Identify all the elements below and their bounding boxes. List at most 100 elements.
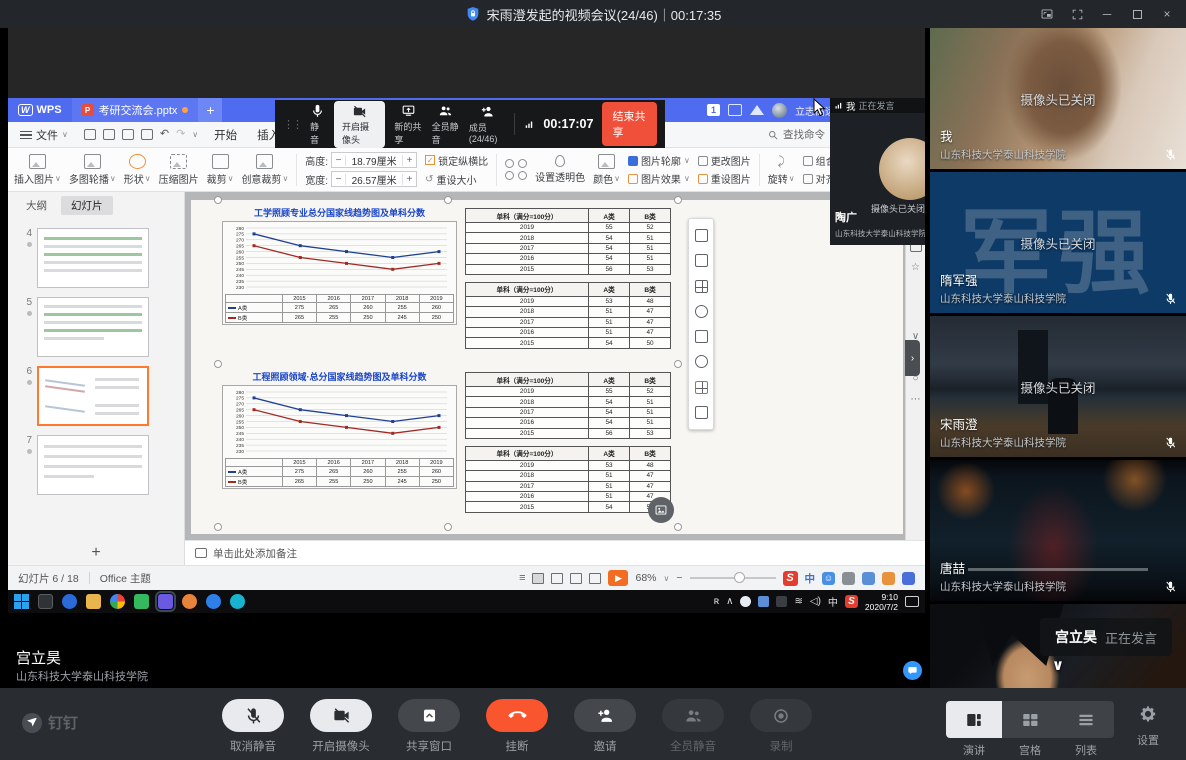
more-icon[interactable]: ⋯ — [911, 394, 921, 405]
notes-bar[interactable]: 单击此处添加备注 — [185, 540, 925, 565]
end-share-button[interactable]: 结束共享 — [602, 102, 657, 146]
record-button[interactable]: 录制 — [737, 688, 825, 754]
command-search[interactable]: 查找命令 — [767, 127, 825, 142]
status-menu-icon[interactable]: ≡ — [519, 572, 525, 584]
star-icon[interactable]: ☆ — [911, 262, 920, 273]
taskbar-clock[interactable]: 9:10 2020/7/2 — [865, 592, 898, 612]
floating-meeting-bar[interactable]: ⋮⋮ 静音 开启摄像头 新的共享 全员静音 — [275, 100, 665, 148]
participant-tile-sui[interactable]: 军强 摄像头已关闭 隋军强 山东科技大学泰山科技学院 — [930, 172, 1186, 313]
wps-document-tab[interactable]: P 考研交流会.pptx — [72, 98, 199, 122]
crop-button[interactable]: 裁剪∨ — [207, 154, 234, 186]
share-mute-all-button[interactable]: 全员静音 — [432, 103, 460, 146]
sogou-ime-icon[interactable]: S — [783, 571, 798, 586]
slide-thumbnail-4[interactable] — [37, 228, 149, 288]
chat-button[interactable] — [903, 661, 922, 680]
window-icon[interactable] — [695, 406, 708, 419]
task-view-button[interactable] — [38, 594, 53, 609]
spreadsheet-icon[interactable] — [695, 381, 708, 394]
picture-effects-button[interactable]: 图片效果∨ — [628, 171, 690, 186]
height-plus-button[interactable]: + — [402, 155, 416, 166]
app-tray-icon[interactable] — [776, 596, 787, 607]
slideshow-button[interactable]: ▶ — [608, 570, 628, 586]
width-plus-button[interactable]: + — [402, 174, 416, 185]
settings-button[interactable]: 设置 — [1134, 688, 1162, 748]
rotate-button[interactable]: ⤸ 旋转∨ — [768, 154, 795, 186]
set-transparent-color-button[interactable]: 设置透明色 — [535, 155, 585, 184]
taskbar-app-explorer[interactable] — [86, 594, 101, 609]
theme-name[interactable]: Office 主题 — [100, 571, 151, 586]
slides-tab[interactable]: 幻灯片 — [61, 196, 113, 215]
resize-handle[interactable] — [214, 360, 222, 368]
close-button[interactable]: × — [1154, 3, 1180, 25]
reading-view-icon[interactable] — [570, 573, 582, 584]
contrast-down-icon[interactable] — [518, 171, 527, 180]
sync-tray-icon[interactable] — [758, 596, 769, 607]
file-menu[interactable]: 文件 ∨ — [16, 127, 72, 143]
width-spinner[interactable]: 宽度: −26.57厘米+ — [305, 171, 417, 187]
chart-icon[interactable] — [695, 330, 708, 343]
ime-lang-icon[interactable]: 中 — [805, 571, 816, 586]
share-doc-icon[interactable] — [728, 104, 742, 116]
height-value[interactable]: 18.79厘米 — [346, 153, 402, 168]
slide-thumbnail-7[interactable] — [37, 435, 149, 495]
shape-icon[interactable] — [695, 355, 708, 368]
redo-icon[interactable]: ↷ — [176, 129, 185, 140]
ime-indicator[interactable]: 中 — [828, 594, 838, 609]
brightness-down-icon[interactable] — [518, 159, 527, 168]
print-icon[interactable] — [122, 129, 134, 140]
resize-handle[interactable] — [674, 196, 682, 204]
zoom-slider-knob[interactable] — [734, 572, 745, 583]
ime-mic-icon[interactable] — [842, 572, 855, 585]
shared-screen[interactable]: W WPS P 考研交流会.pptx + 1 立志高远 — [8, 28, 925, 613]
taskbar-app-c[interactable] — [230, 594, 245, 609]
overlay-participant-tile[interactable]: 我 正在发言 摄像头已关闭 陶广 山东科技大学泰山科技学院 — [830, 98, 925, 245]
menu-tab-home[interactable]: 开始 — [214, 127, 237, 143]
minimize-button[interactable]: ─ — [1094, 3, 1120, 25]
view-grid-button[interactable]: 宫格 — [1002, 688, 1058, 758]
taskbar-app-browser[interactable] — [206, 594, 221, 609]
wifi-icon[interactable]: ≋ — [794, 596, 802, 607]
taskbar-app-active[interactable] — [158, 594, 173, 609]
shapes-button[interactable]: 形状∨ — [124, 154, 151, 186]
zoom-icon[interactable] — [695, 305, 708, 318]
resize-handle[interactable] — [444, 196, 452, 204]
new-slide-button[interactable]: + — [8, 540, 185, 565]
table-icon[interactable] — [695, 280, 708, 293]
view-list-button[interactable]: 列表 — [1058, 688, 1114, 758]
tray-expand-icon[interactable]: ∧ — [726, 596, 733, 607]
start-camera-button[interactable]: 开启摄像头 — [297, 688, 385, 754]
handout-view-icon[interactable] — [589, 573, 601, 584]
outline-tab[interactable]: 大纲 — [16, 196, 57, 215]
drag-handle-icon[interactable]: ⋮⋮ — [283, 118, 301, 131]
reset-size-button[interactable]: ↺重设大小 — [425, 172, 488, 187]
resize-handle[interactable] — [214, 523, 222, 531]
compress-picture-button[interactable]: 压缩图片 — [159, 154, 199, 186]
slide-canvas[interactable]: 工学照顾专业总分国家线趋势图及单科分数 23023524024525025526… — [185, 192, 905, 540]
slide-thumbnail-5[interactable] — [37, 297, 149, 357]
layers-icon[interactable] — [695, 229, 708, 242]
members-button[interactable]: 成员(24/46) — [469, 104, 506, 144]
new-tab-button[interactable]: + — [198, 98, 222, 122]
pane-collapse-button[interactable]: › — [905, 340, 920, 376]
object-quick-toolbar[interactable] — [688, 218, 714, 430]
participant-tile-gong[interactable]: ∨ 摄像头已关闭 宫立昊 正在发言 — [930, 604, 1186, 688]
taskbar-app-green[interactable] — [134, 594, 149, 609]
ime-keyboard-icon[interactable] — [862, 572, 875, 585]
taskbar-app-edge[interactable] — [62, 594, 77, 609]
resize-handle[interactable] — [674, 523, 682, 531]
sogou-tray-icon[interactable]: S — [845, 595, 858, 608]
taskbar-app-orange[interactable] — [182, 594, 197, 609]
lock-aspect-ratio-checkbox[interactable]: ✓ 锁定纵横比 — [425, 153, 488, 168]
preview-icon[interactable] — [141, 129, 153, 140]
pen-tool-tray-icon[interactable]: ʀ — [714, 596, 719, 607]
resize-handle[interactable] — [214, 196, 222, 204]
undo-icon[interactable]: ↶ — [160, 129, 169, 140]
invite-button[interactable]: 邀请 — [561, 688, 649, 754]
output-icon[interactable] — [103, 129, 115, 140]
share-camera-button[interactable]: 开启摄像头 — [334, 101, 385, 148]
volume-icon[interactable]: ◁) — [810, 596, 821, 607]
save-icon[interactable] — [84, 129, 96, 140]
insert-picture-button[interactable]: 插入图片∨ — [14, 154, 61, 186]
brightness-up-icon[interactable] — [505, 159, 514, 168]
normal-view-icon[interactable] — [532, 573, 544, 584]
